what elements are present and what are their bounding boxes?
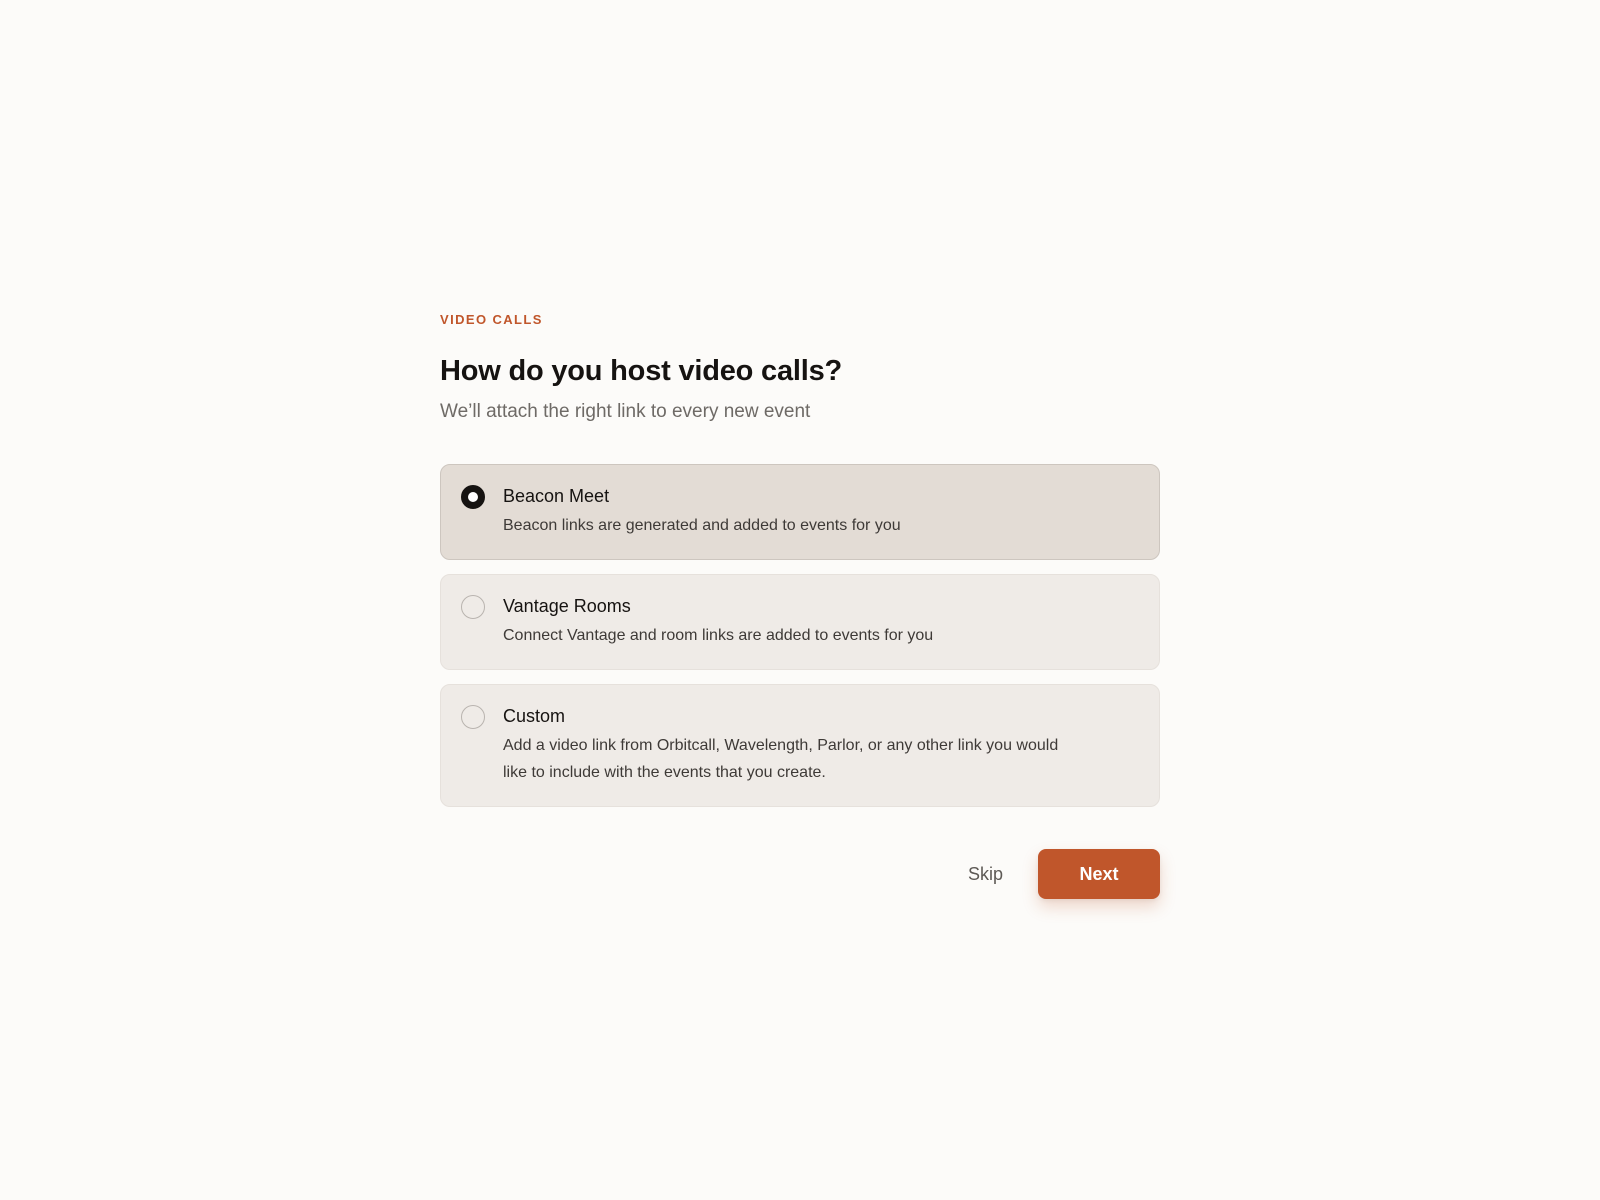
- radio-unselected-icon[interactable]: [461, 595, 485, 619]
- radio-unselected-icon[interactable]: [461, 705, 485, 729]
- page-title: How do you host video calls?: [440, 355, 843, 387]
- option-title: Custom: [503, 706, 566, 726]
- option-vantage-rooms[interactable]: Vantage Rooms Connect Vantage and room l…: [440, 574, 1160, 670]
- page-subtitle: We’ll attach the right link to every new…: [440, 401, 811, 422]
- option-custom[interactable]: Custom Add a video link from Orbitcall, …: [440, 684, 1160, 807]
- option-description: Beacon links are generated and added to …: [503, 517, 901, 534]
- option-beacon-meet[interactable]: Beacon Meet Beacon links are generated a…: [440, 464, 1160, 560]
- radio-selected-icon[interactable]: [461, 485, 485, 509]
- step-actions: Skip Next: [440, 849, 1160, 899]
- option-title: Vantage Rooms: [503, 596, 631, 616]
- video-provider-options: Beacon Meet Beacon links are generated a…: [440, 464, 1160, 807]
- video-calls-step: VIDEO CALLS How do you host video calls?…: [440, 312, 1160, 899]
- section-eyebrow: VIDEO CALLS: [440, 312, 543, 327]
- skip-button[interactable]: Skip: [954, 854, 1017, 895]
- option-description: Add a video link from Orbitcall, Wavelen…: [503, 737, 1059, 781]
- next-button[interactable]: Next: [1038, 849, 1160, 899]
- option-title: Beacon Meet: [503, 486, 610, 506]
- option-description: Connect Vantage and room links are added…: [503, 627, 934, 644]
